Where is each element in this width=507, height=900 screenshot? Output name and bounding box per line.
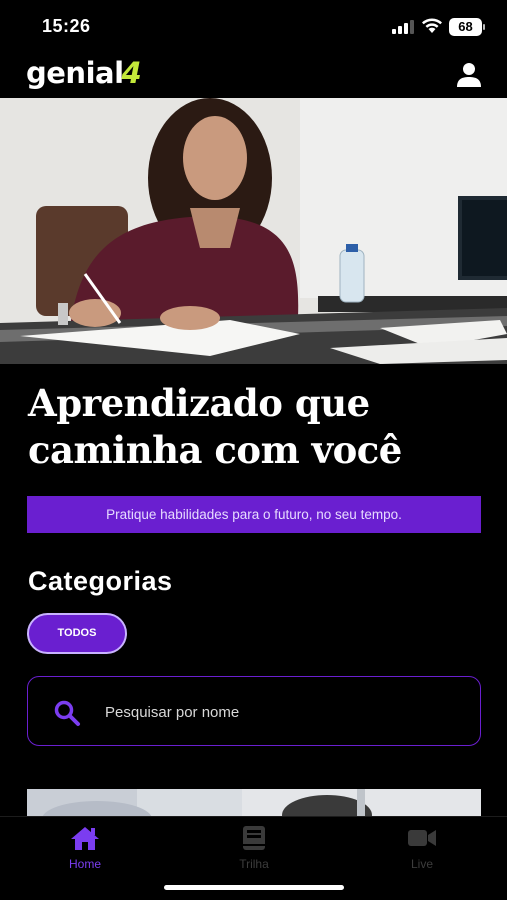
hero-image	[0, 98, 507, 364]
tab-home-label: Home	[68, 857, 101, 871]
tab-trilha[interactable]: Trilha	[204, 825, 304, 875]
category-chip-todos[interactable]: TODOS	[27, 613, 127, 654]
status-bar: 15:26 68	[0, 0, 507, 52]
course-card-preview[interactable]	[27, 789, 481, 817]
categories-title: Categorias	[28, 566, 173, 596]
home-indicator	[164, 885, 344, 890]
tab-trilha-label: Trilha	[239, 857, 269, 871]
hero-title-line2: caminha com você	[28, 428, 402, 472]
tab-home[interactable]: Home	[35, 825, 135, 875]
wifi-icon	[422, 18, 442, 33]
video-camera-icon	[408, 830, 436, 846]
tagline-banner: Pratique habilidades para o futuro, no s…	[27, 496, 481, 533]
search-icon	[54, 700, 80, 726]
app-logo[interactable]: genial4	[26, 56, 142, 90]
battery-indicator: 68	[449, 18, 482, 36]
app-header: genial4	[0, 52, 507, 98]
home-icon	[71, 827, 99, 850]
logo-text: genial	[26, 56, 124, 90]
tab-live-label: Live	[410, 857, 433, 871]
book-icon	[243, 826, 265, 850]
hero-title-line1: Aprendizado que	[28, 381, 370, 425]
search-input[interactable]	[105, 697, 445, 727]
tab-live[interactable]: Live	[372, 825, 472, 875]
cellular-signal-icon	[392, 20, 414, 34]
user-icon[interactable]	[454, 60, 484, 90]
status-time: 15:26	[42, 16, 91, 36]
logo-mark: 4	[121, 56, 142, 90]
search-box[interactable]	[27, 676, 481, 746]
battery-cap	[483, 24, 485, 30]
hero-title: Aprendizado que caminha com você	[28, 380, 488, 474]
